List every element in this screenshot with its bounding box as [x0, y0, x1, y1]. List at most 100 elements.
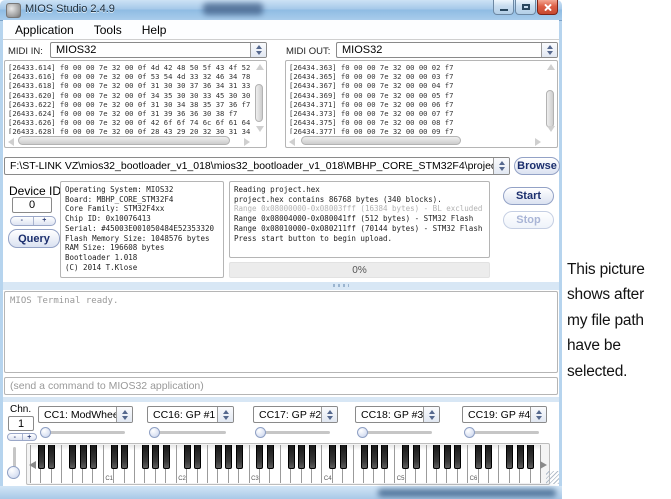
increment-button[interactable]: + [22, 434, 37, 440]
cc-select-4[interactable]: CC18: GP #3 [355, 406, 440, 423]
scroll-left-icon[interactable] [289, 138, 295, 146]
black-key[interactable] [184, 445, 191, 469]
midi-out-select[interactable]: MIOS32 [336, 42, 558, 58]
increment-button[interactable]: + [33, 217, 56, 225]
cc-slider-thumb[interactable] [464, 427, 475, 438]
black-key[interactable] [142, 445, 149, 469]
black-key[interactable] [215, 445, 222, 469]
black-key[interactable] [371, 445, 378, 469]
scrollbar-thumb[interactable] [546, 90, 554, 128]
black-key[interactable] [288, 445, 295, 469]
scroll-right-icon[interactable] [244, 138, 250, 146]
mios-terminal-pane[interactable]: MIOS Terminal ready. [4, 291, 558, 373]
scroll-left-icon[interactable] [8, 138, 14, 146]
black-key[interactable] [506, 445, 513, 469]
cc-slider-thumb[interactable] [255, 427, 266, 438]
black-key[interactable] [80, 445, 87, 469]
decrement-button[interactable]: - [8, 434, 22, 440]
scrollbar-thumb[interactable] [255, 84, 263, 122]
black-key[interactable] [402, 445, 409, 469]
black-key[interactable] [340, 445, 347, 469]
black-key[interactable] [194, 445, 201, 469]
black-key[interactable] [413, 445, 420, 469]
scroll-down-icon[interactable] [547, 126, 555, 132]
black-key[interactable] [527, 445, 534, 469]
cc-select-5[interactable]: CC19: GP #4 [462, 406, 547, 423]
titlebar[interactable]: MIOS Studio 2.4.9 [0, 0, 562, 21]
midi-in-monitor[interactable]: [26433.614] f0 00 00 7e 32 00 0f 4d 42 4… [4, 60, 267, 148]
minimize-button[interactable] [493, 0, 514, 15]
channel-value[interactable]: 1 [8, 416, 34, 431]
resize-grip-icon[interactable] [546, 471, 559, 484]
scrollbar-thumb[interactable] [18, 136, 230, 145]
octave-left-icon[interactable] [29, 461, 36, 469]
channel-stepper[interactable]: - + [7, 433, 37, 441]
updown-icon[interactable] [321, 407, 337, 422]
close-button[interactable] [537, 0, 558, 15]
cc-select-1[interactable]: CC1: ModWheel [38, 406, 133, 423]
decrement-button[interactable]: - [11, 217, 33, 225]
browse-button[interactable]: Browse [514, 157, 560, 175]
terminal-command-input[interactable]: (send a command to MIOS32 application) [4, 377, 558, 395]
scroll-up-icon[interactable] [547, 64, 555, 70]
maximize-button[interactable] [515, 0, 536, 15]
black-key[interactable] [152, 445, 159, 469]
horizontal-scrollbar[interactable] [6, 135, 252, 146]
menu-tools[interactable]: Tools [91, 21, 125, 39]
black-key[interactable] [433, 445, 440, 469]
cc-slider-thumb[interactable] [357, 427, 368, 438]
piano-keyboard[interactable]: C1C2C3C4C5C6 [26, 443, 550, 485]
horizontal-splitter[interactable] [3, 282, 559, 290]
black-key[interactable] [38, 445, 45, 469]
black-key[interactable] [361, 445, 368, 469]
stop-button[interactable]: Stop [503, 211, 554, 229]
scroll-right-icon[interactable] [535, 138, 541, 146]
cc-slider-track[interactable] [359, 431, 432, 434]
start-button[interactable]: Start [503, 187, 554, 205]
cc-slider-thumb[interactable] [40, 427, 51, 438]
black-key[interactable] [90, 445, 97, 469]
updown-icon[interactable] [250, 43, 266, 57]
black-key[interactable] [298, 445, 305, 469]
black-key[interactable] [485, 445, 492, 469]
cc-select-3[interactable]: CC17: GP #2 [253, 406, 338, 423]
black-key[interactable] [444, 445, 451, 469]
black-key[interactable] [517, 445, 524, 469]
menu-application[interactable]: Application [12, 21, 77, 39]
black-key[interactable] [256, 445, 263, 469]
cc-select-2[interactable]: CC16: GP #1 [147, 406, 234, 423]
black-key[interactable] [163, 445, 170, 469]
device-id-stepper[interactable]: - + [10, 216, 56, 226]
midi-out-monitor[interactable]: [26434.363] f0 00 00 7e 32 00 00 02 f7[2… [285, 60, 558, 148]
vertical-scrollbar[interactable] [253, 62, 265, 134]
cc-slider-track[interactable] [466, 431, 539, 434]
horizontal-scrollbar[interactable] [287, 135, 543, 146]
black-key[interactable] [69, 445, 76, 469]
updown-icon[interactable] [423, 407, 439, 422]
cc-slider-thumb[interactable] [149, 427, 160, 438]
keyboard-keys[interactable]: C1C2C3C4C5C6 [30, 445, 541, 483]
black-key[interactable] [309, 445, 316, 469]
horizontal-splitter[interactable] [3, 397, 559, 402]
black-key[interactable] [236, 445, 243, 469]
scroll-down-icon[interactable] [256, 126, 264, 132]
velocity-slider-thumb[interactable] [7, 466, 20, 479]
black-key[interactable] [329, 445, 336, 469]
black-key[interactable] [475, 445, 482, 469]
updown-icon[interactable] [116, 407, 132, 422]
scrollbar-thumb[interactable] [301, 136, 461, 145]
black-key[interactable] [111, 445, 118, 469]
menu-help[interactable]: Help [139, 21, 170, 39]
hex-file-path-select[interactable]: F:\ST-LINK VZ\mios32_bootloader_v1_018\m… [4, 157, 510, 175]
device-id-value[interactable]: 0 [12, 197, 52, 213]
black-key[interactable] [48, 445, 55, 469]
cc-slider-track[interactable] [151, 431, 226, 434]
octave-right-icon[interactable] [540, 461, 547, 469]
scroll-up-icon[interactable] [256, 64, 264, 70]
updown-icon[interactable] [217, 407, 233, 422]
black-key[interactable] [381, 445, 388, 469]
query-button[interactable]: Query [8, 229, 60, 248]
vertical-scrollbar[interactable] [544, 62, 556, 134]
black-key[interactable] [121, 445, 128, 469]
cc-slider-track[interactable] [42, 431, 125, 434]
